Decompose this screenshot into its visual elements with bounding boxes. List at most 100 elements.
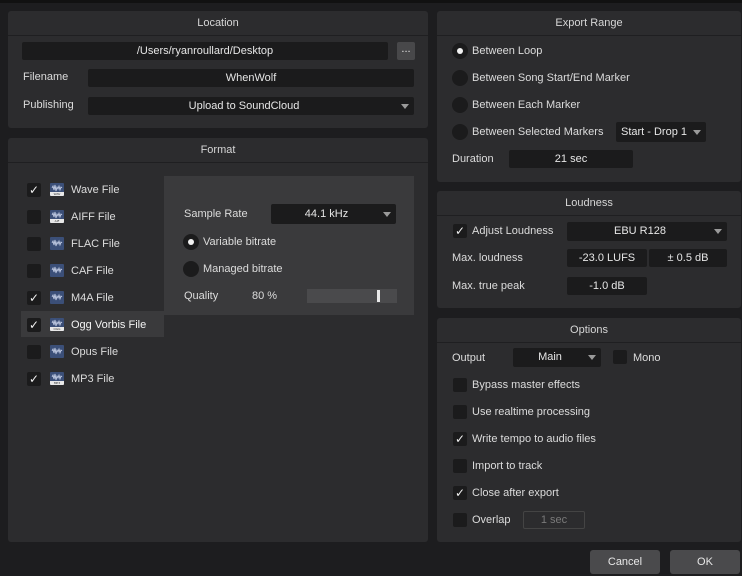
markers-select[interactable]: Start - Drop 1 bbox=[616, 122, 706, 142]
options-title: Options bbox=[437, 318, 741, 343]
bypass-master-effects-checkbox[interactable] bbox=[453, 378, 467, 392]
managed-bitrate-label: Managed bitrate bbox=[203, 263, 283, 275]
between-selected-markers-label: Between Selected Markers bbox=[472, 126, 604, 138]
format-row-opus[interactable]: Opus File bbox=[21, 342, 164, 364]
export-range-title: Export Range bbox=[437, 11, 741, 36]
max-loudness-label: Max. loudness bbox=[452, 252, 523, 264]
window-top-edge bbox=[0, 0, 742, 3]
max-true-peak-input[interactable]: -1.0 dB bbox=[567, 277, 647, 295]
markers-select-value: Start - Drop 1 bbox=[620, 126, 688, 138]
close-after-export-checkbox[interactable]: ✓ bbox=[453, 486, 467, 500]
loudness-tolerance-input[interactable]: ± 0.5 dB bbox=[649, 249, 727, 267]
close-after-export-label: Close after export bbox=[472, 487, 559, 499]
chevron-down-icon bbox=[588, 355, 596, 360]
chevron-down-icon bbox=[383, 212, 391, 217]
loudness-standard-value: EBU R128 bbox=[614, 225, 666, 237]
variable-bitrate-radio[interactable] bbox=[183, 234, 199, 250]
format-row-caf[interactable]: CAF File bbox=[21, 261, 164, 283]
flac-checkbox[interactable] bbox=[27, 237, 41, 251]
format-label-flac: FLAC File bbox=[71, 238, 120, 250]
format-label-mp3: MP3 File bbox=[71, 373, 115, 385]
format-row-flac[interactable]: FLAC File bbox=[21, 234, 164, 256]
between-selected-markers-radio[interactable] bbox=[452, 124, 468, 140]
loudness-title: Loudness bbox=[437, 191, 741, 216]
variable-bitrate-label: Variable bitrate bbox=[203, 236, 277, 248]
format-label-ogg: Ogg Vorbis File bbox=[71, 319, 147, 331]
filename-input[interactable]: WhenWolf bbox=[88, 69, 414, 87]
output-label: Output bbox=[452, 352, 486, 364]
max-true-peak-label: Max. true peak bbox=[452, 280, 525, 292]
between-each-marker-radio[interactable] bbox=[452, 97, 468, 113]
waveform-file-icon bbox=[50, 237, 64, 250]
format-row-aiff[interactable]: AIF AIFF File bbox=[21, 207, 164, 229]
waveform-file-icon bbox=[50, 264, 64, 277]
duration-value: 21 sec bbox=[509, 150, 633, 168]
sample-rate-label: Sample Rate bbox=[184, 208, 248, 220]
waveform-file-icon: WAV bbox=[50, 183, 64, 196]
sample-rate-value: 44.1 kHz bbox=[304, 208, 349, 220]
filename-label: Filename bbox=[23, 71, 69, 83]
cancel-button[interactable]: Cancel bbox=[590, 550, 660, 574]
aiff-checkbox[interactable] bbox=[27, 210, 41, 224]
publishing-label: Publishing bbox=[23, 99, 74, 111]
loudness-panel: Loudness ✓ Adjust Loudness EBU R128 Max.… bbox=[437, 191, 741, 308]
mp3-checkbox[interactable]: ✓ bbox=[27, 372, 41, 386]
managed-bitrate-radio[interactable] bbox=[183, 261, 199, 277]
quality-slider-thumb[interactable] bbox=[377, 290, 380, 302]
chevron-down-icon bbox=[693, 130, 701, 135]
format-row-ogg[interactable]: ✓ OGG Ogg Vorbis File bbox=[21, 315, 164, 337]
overlap-label: Overlap bbox=[472, 514, 511, 526]
waveform-file-icon: MP3 bbox=[50, 372, 64, 385]
publishing-select-value: Upload to SoundCloud bbox=[188, 100, 300, 112]
format-row-mp3[interactable]: ✓ MP3 MP3 File bbox=[21, 369, 164, 391]
between-song-markers-radio[interactable] bbox=[452, 70, 468, 86]
between-loop-label: Between Loop bbox=[472, 45, 543, 57]
format-label-opus: Opus File bbox=[71, 346, 119, 358]
options-panel: Options Output Main Mono Bypass master e… bbox=[437, 318, 741, 542]
chevron-down-icon bbox=[714, 229, 722, 234]
m4a-checkbox[interactable]: ✓ bbox=[27, 291, 41, 305]
waveform-file-icon bbox=[50, 345, 64, 358]
mono-checkbox[interactable] bbox=[613, 350, 627, 364]
browse-button[interactable]: ... bbox=[397, 42, 415, 60]
bypass-master-effects-label: Bypass master effects bbox=[472, 379, 581, 391]
between-loop-radio[interactable] bbox=[452, 43, 468, 59]
format-row-m4a[interactable]: ✓ M4A File bbox=[21, 288, 164, 310]
realtime-processing-label: Use realtime processing bbox=[472, 406, 590, 418]
format-row-wave[interactable]: ✓ WAV Wave File bbox=[21, 180, 164, 202]
opus-checkbox[interactable] bbox=[27, 345, 41, 359]
format-label-m4a: M4A File bbox=[71, 292, 114, 304]
location-title: Location bbox=[8, 11, 428, 36]
adjust-loudness-checkbox[interactable]: ✓ bbox=[453, 224, 467, 238]
adjust-loudness-label: Adjust Loudness bbox=[472, 225, 554, 237]
between-each-marker-label: Between Each Marker bbox=[472, 99, 581, 111]
sample-rate-select[interactable]: 44.1 kHz bbox=[271, 204, 396, 224]
output-select-value: Main bbox=[538, 351, 562, 363]
write-tempo-checkbox[interactable]: ✓ bbox=[453, 432, 467, 446]
realtime-processing-checkbox[interactable] bbox=[453, 405, 467, 419]
format-label-caf: CAF File bbox=[71, 265, 114, 277]
max-loudness-input[interactable]: -23.0 LUFS bbox=[567, 249, 647, 267]
overlap-checkbox[interactable] bbox=[453, 513, 467, 527]
quality-slider[interactable] bbox=[307, 289, 397, 303]
write-tempo-label: Write tempo to audio files bbox=[472, 433, 596, 445]
ok-button[interactable]: OK bbox=[670, 550, 740, 574]
publishing-select[interactable]: Upload to SoundCloud bbox=[88, 97, 414, 115]
overlap-input[interactable]: 1 sec bbox=[523, 511, 585, 529]
loudness-standard-select[interactable]: EBU R128 bbox=[567, 222, 727, 241]
caf-checkbox[interactable] bbox=[27, 264, 41, 278]
wave-checkbox[interactable]: ✓ bbox=[27, 183, 41, 197]
import-to-track-checkbox[interactable] bbox=[453, 459, 467, 473]
ogg-checkbox[interactable]: ✓ bbox=[27, 318, 41, 332]
output-select[interactable]: Main bbox=[513, 348, 601, 367]
quality-value: 80 % bbox=[252, 290, 278, 302]
between-song-markers-label: Between Song Start/End Marker bbox=[472, 72, 630, 84]
duration-label: Duration bbox=[452, 153, 494, 165]
path-field[interactable]: /Users/ryanroullard/Desktop bbox=[22, 42, 388, 60]
format-label-wave: Wave File bbox=[71, 184, 120, 196]
mono-label: Mono bbox=[633, 352, 661, 364]
quality-label: Quality bbox=[184, 290, 219, 302]
waveform-file-icon: AIF bbox=[50, 210, 64, 223]
format-panel: Format ✓ WAV Wave File AIF AIFF File FLA… bbox=[8, 138, 428, 542]
format-title: Format bbox=[8, 138, 428, 163]
